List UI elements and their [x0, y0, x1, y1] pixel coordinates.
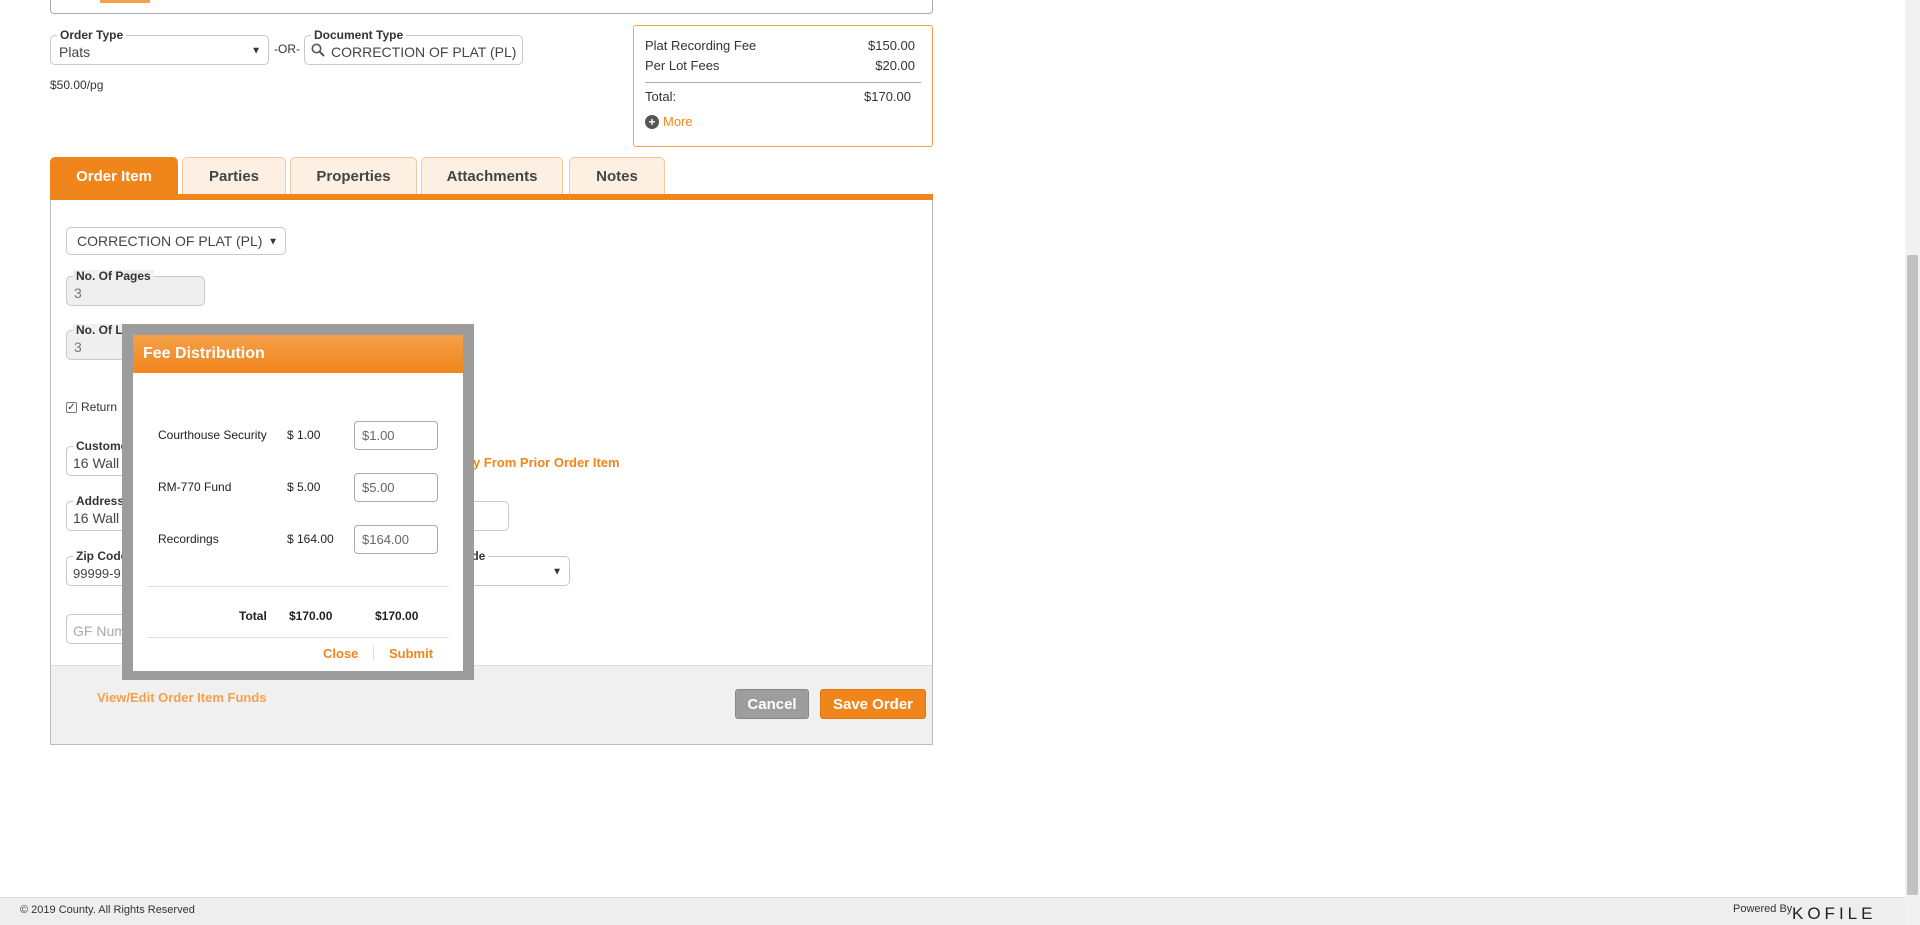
tab-notes[interactable]: Notes [569, 157, 665, 195]
chevron-down-icon: ▼ [552, 566, 562, 578]
collapsed-header-panel [50, 0, 933, 14]
checkbox-checked-icon[interactable]: ✓ [66, 401, 77, 413]
view-edit-funds-link[interactable]: View/Edit Order Item Funds [97, 690, 267, 705]
fund-label: RM-770 Fund [158, 480, 232, 494]
divider [373, 646, 374, 660]
more-fees-link[interactable]: + More [645, 114, 693, 129]
submit-button[interactable]: Submit [389, 646, 433, 661]
return-label: Return [81, 400, 118, 414]
tab-order-item[interactable]: Order Item [50, 157, 178, 195]
document-type-label: Document Type [311, 29, 407, 42]
scrollbar-thumb[interactable] [1907, 255, 1918, 895]
fund-input[interactable]: $5.00 [354, 473, 438, 502]
kofile-logo: KOFILE [1792, 904, 1877, 923]
fee-total-amount: $170.00 [864, 89, 911, 104]
powered-by-label: Powered By [1733, 903, 1793, 915]
divider [147, 586, 449, 587]
modal-title: Fee Distribution [133, 335, 463, 373]
lots-value: 3 [74, 339, 82, 355]
page-footer [0, 897, 1920, 925]
chevron-down-icon: ▼ [251, 45, 261, 57]
fund-label: Courthouse Security [158, 428, 267, 442]
document-type-value: CORRECTION OF PLAT (PL) [331, 44, 517, 60]
tab-parties[interactable]: Parties [182, 157, 286, 195]
plus-circle-icon: + [645, 114, 659, 129]
callout-arrow [172, 670, 192, 680]
more-label: More [663, 114, 693, 129]
close-button[interactable]: Close [323, 646, 358, 661]
tab-properties[interactable]: Properties [290, 157, 417, 195]
order-type-value: Plats [59, 44, 91, 60]
fee-row: Per Lot Fees $20.00 [645, 58, 915, 73]
document-type-search[interactable]: Document Type CORRECTION OF PLAT (PL) [304, 29, 523, 65]
document-select[interactable]: CORRECTION OF PLAT (PL) ▼ [66, 227, 286, 255]
fee-summary: Plat Recording Fee $150.00 Per Lot Fees … [633, 25, 933, 147]
search-icon [311, 43, 325, 62]
header-accent [100, 0, 150, 3]
fee-total-row: Total: $170.00 [645, 89, 911, 104]
fee-label: Per Lot Fees [645, 58, 720, 73]
fee-amount: $150.00 [868, 38, 915, 53]
cancel-button[interactable]: Cancel [735, 689, 809, 719]
chevron-down-icon: ▼ [268, 236, 278, 248]
total-amount: $170.00 [289, 609, 333, 623]
fee-distribution-modal: Fee Distribution Courthouse Security $ 1… [133, 335, 463, 671]
gf-number-placeholder: GF Num [73, 623, 126, 639]
pages-label: No. Of Pages [73, 270, 154, 283]
customer-value: 16 Wall [73, 455, 120, 471]
address-value: 16 Wall [73, 510, 120, 526]
fund-label: Recordings [158, 532, 219, 546]
fund-amount: $ 164.00 [287, 532, 334, 546]
document-select-value: CORRECTION OF PLAT (PL) [77, 233, 263, 249]
tab-attachments[interactable]: Attachments [421, 157, 563, 195]
order-type-label: Order Type [57, 29, 127, 42]
fee-amount: $20.00 [875, 58, 915, 73]
save-order-button[interactable]: Save Order [820, 689, 926, 719]
divider [645, 82, 921, 83]
return-checkbox-row[interactable]: ✓ Return [66, 400, 117, 414]
fund-input[interactable]: $164.00 [354, 525, 438, 554]
total-label: Total [239, 609, 267, 623]
price-per-page: $50.00/pg [50, 78, 104, 92]
order-type-select[interactable]: Order Type Plats ▼ [50, 29, 269, 65]
copyright: © 2019 County. All Rights Reserved [20, 904, 195, 916]
pages-value: 3 [74, 285, 82, 301]
total-input-sum: $170.00 [375, 609, 419, 623]
address-label: Address [73, 495, 128, 508]
divider [147, 637, 449, 638]
fee-total-label: Total: [645, 89, 677, 104]
fund-amount: $ 1.00 [287, 428, 321, 442]
or-separator: -OR- [274, 42, 300, 56]
fund-amount: $ 5.00 [287, 480, 321, 494]
fund-input[interactable]: $1.00 [354, 421, 438, 450]
zip-code-value: 99999-9 [73, 566, 121, 581]
fee-label: Plat Recording Fee [645, 38, 757, 53]
copy-from-prior-link[interactable]: py From Prior Order Item [465, 455, 620, 470]
pages-field[interactable]: No. Of Pages 3 [66, 270, 205, 306]
fee-row: Plat Recording Fee $150.00 [645, 38, 915, 53]
